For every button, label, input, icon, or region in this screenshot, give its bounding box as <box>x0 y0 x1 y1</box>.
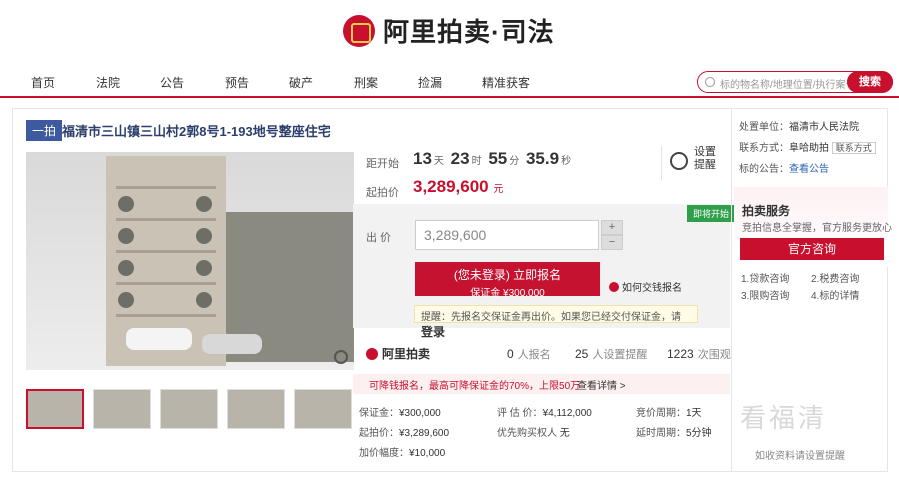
footer-note: 如收资料请设置提醒 <box>755 451 845 462</box>
nav-bankrupt[interactable]: 破产 <box>289 74 313 91</box>
cycle-info: 竞价周期：1天 <box>636 408 702 419</box>
site-logo[interactable]: 阿里拍卖·司法 <box>343 12 555 49</box>
thumbnail-2[interactable] <box>93 389 151 429</box>
ali-auction-logo: 阿里拍卖 <box>366 345 430 362</box>
countdown-label: 距开始 <box>366 158 399 170</box>
nav-preview[interactable]: 预告 <box>225 74 249 91</box>
nav-leads[interactable]: 精准获客 <box>482 74 530 91</box>
service-desc: 竞拍信息全掌握，官方服务更放心 <box>742 223 892 234</box>
view-count: 1223 次围观 <box>667 347 731 361</box>
deposit-info: 保证金：¥300,000 <box>359 408 441 419</box>
consult-button[interactable]: 官方咨询 <box>740 238 884 260</box>
delay-info: 延时周期：5分钟 <box>636 428 712 439</box>
court-emblem-icon <box>343 14 375 47</box>
nav-court[interactable]: 法院 <box>96 74 120 91</box>
info-icon <box>609 282 619 292</box>
alarm-clock-icon <box>670 152 688 170</box>
assess-info: 评 估 价：¥4,112,000 <box>497 408 592 419</box>
login-notice: 提醒：先报名交保证金再出价。如果您已经交付保证金，请登录 <box>414 305 698 339</box>
bid-input[interactable]: 3,289,600 <box>415 220 599 250</box>
minus-button[interactable]: − <box>601 235 623 250</box>
nav-home[interactable]: 首页 <box>31 74 55 91</box>
nav-bargain[interactable]: 捡漏 <box>418 74 442 91</box>
increment-info: 加价幅度：¥10,000 <box>359 448 446 459</box>
start-price-label: 起拍价 <box>366 187 399 199</box>
status-badge: 即将开始 <box>687 205 736 222</box>
auction-round-tag: 一拍 <box>26 120 63 141</box>
purchase-limit-link[interactable]: 3.限购咨询 <box>741 287 789 302</box>
brand-title: 阿里拍卖·司法 <box>383 17 555 47</box>
start-price: 3,289,600 元 <box>413 177 504 196</box>
plus-button[interactable]: + <box>601 220 623 235</box>
search-input[interactable]: 标的物名称/地理位置/执行案号 <box>720 76 856 91</box>
contact-button[interactable]: 联系方式 <box>831 142 876 154</box>
start-price-info: 起拍价：¥3,289,600 <box>359 428 450 439</box>
login-link[interactable]: 登录 <box>421 325 445 339</box>
tax-consult-link[interactable]: 2.税费咨询 <box>811 270 859 285</box>
deposit-promo: 可降钱报名，最高可降保证金的70%，上限50万 查看详情 > <box>353 374 730 394</box>
reminder-count: 25 人设置提醒 <box>575 347 648 361</box>
thumbnail-3[interactable] <box>160 389 218 429</box>
announcement: 标的公告：查看公告 <box>739 164 829 175</box>
item-photo[interactable] <box>26 152 354 370</box>
car <box>126 328 192 350</box>
search-icon <box>705 77 715 87</box>
nav-announce[interactable]: 公告 <box>160 74 184 91</box>
loan-consult-link[interactable]: 1.贷款咨询 <box>741 270 789 285</box>
priority-info: 优先购买权人 无 <box>497 428 570 439</box>
promo-details-link[interactable]: 查看详情 > <box>577 377 626 392</box>
set-reminder-button[interactable]: 设置提醒 <box>670 146 722 190</box>
car <box>202 334 262 354</box>
thumbnail-4[interactable] <box>227 389 285 429</box>
signup-count: 0 人报名 <box>507 347 551 361</box>
bid-label: 出 价 <box>366 232 392 244</box>
register-button[interactable]: (您未登录) 立即报名 保证金 ¥300,000 <box>415 262 600 299</box>
item-details-link[interactable]: 4.标的详情 <box>811 287 859 302</box>
bid-stepper[interactable]: + − <box>601 220 623 250</box>
view-announcement-link[interactable]: 查看公告 <box>789 164 829 175</box>
how-to-pay-link[interactable]: 如何交钱报名 <box>609 279 682 294</box>
brand-icon <box>366 348 378 360</box>
zoom-icon[interactable] <box>334 350 348 364</box>
countdown-timer: 13 天 23 时 55 分 35.9 秒 <box>413 149 572 168</box>
contact-info: 联系方式：阜哈助拍 联系方式 <box>739 139 876 154</box>
disposal-unit: 处置单位：福清市人民法院 <box>739 122 859 133</box>
thumbnail-1[interactable] <box>26 389 84 429</box>
search-button[interactable]: 搜索 <box>847 71 893 93</box>
watermark: 看福清 <box>740 403 828 433</box>
item-title: 福清市三山镇三山村2郭8号1-193地号整座住宅 <box>62 124 331 139</box>
thumbnail-5[interactable] <box>294 389 352 429</box>
search-box[interactable]: 标的物名称/地理位置/执行案号 搜索 <box>697 71 893 93</box>
nav-criminal[interactable]: 刑案 <box>354 74 378 91</box>
service-title: 拍卖服务 <box>742 204 791 218</box>
